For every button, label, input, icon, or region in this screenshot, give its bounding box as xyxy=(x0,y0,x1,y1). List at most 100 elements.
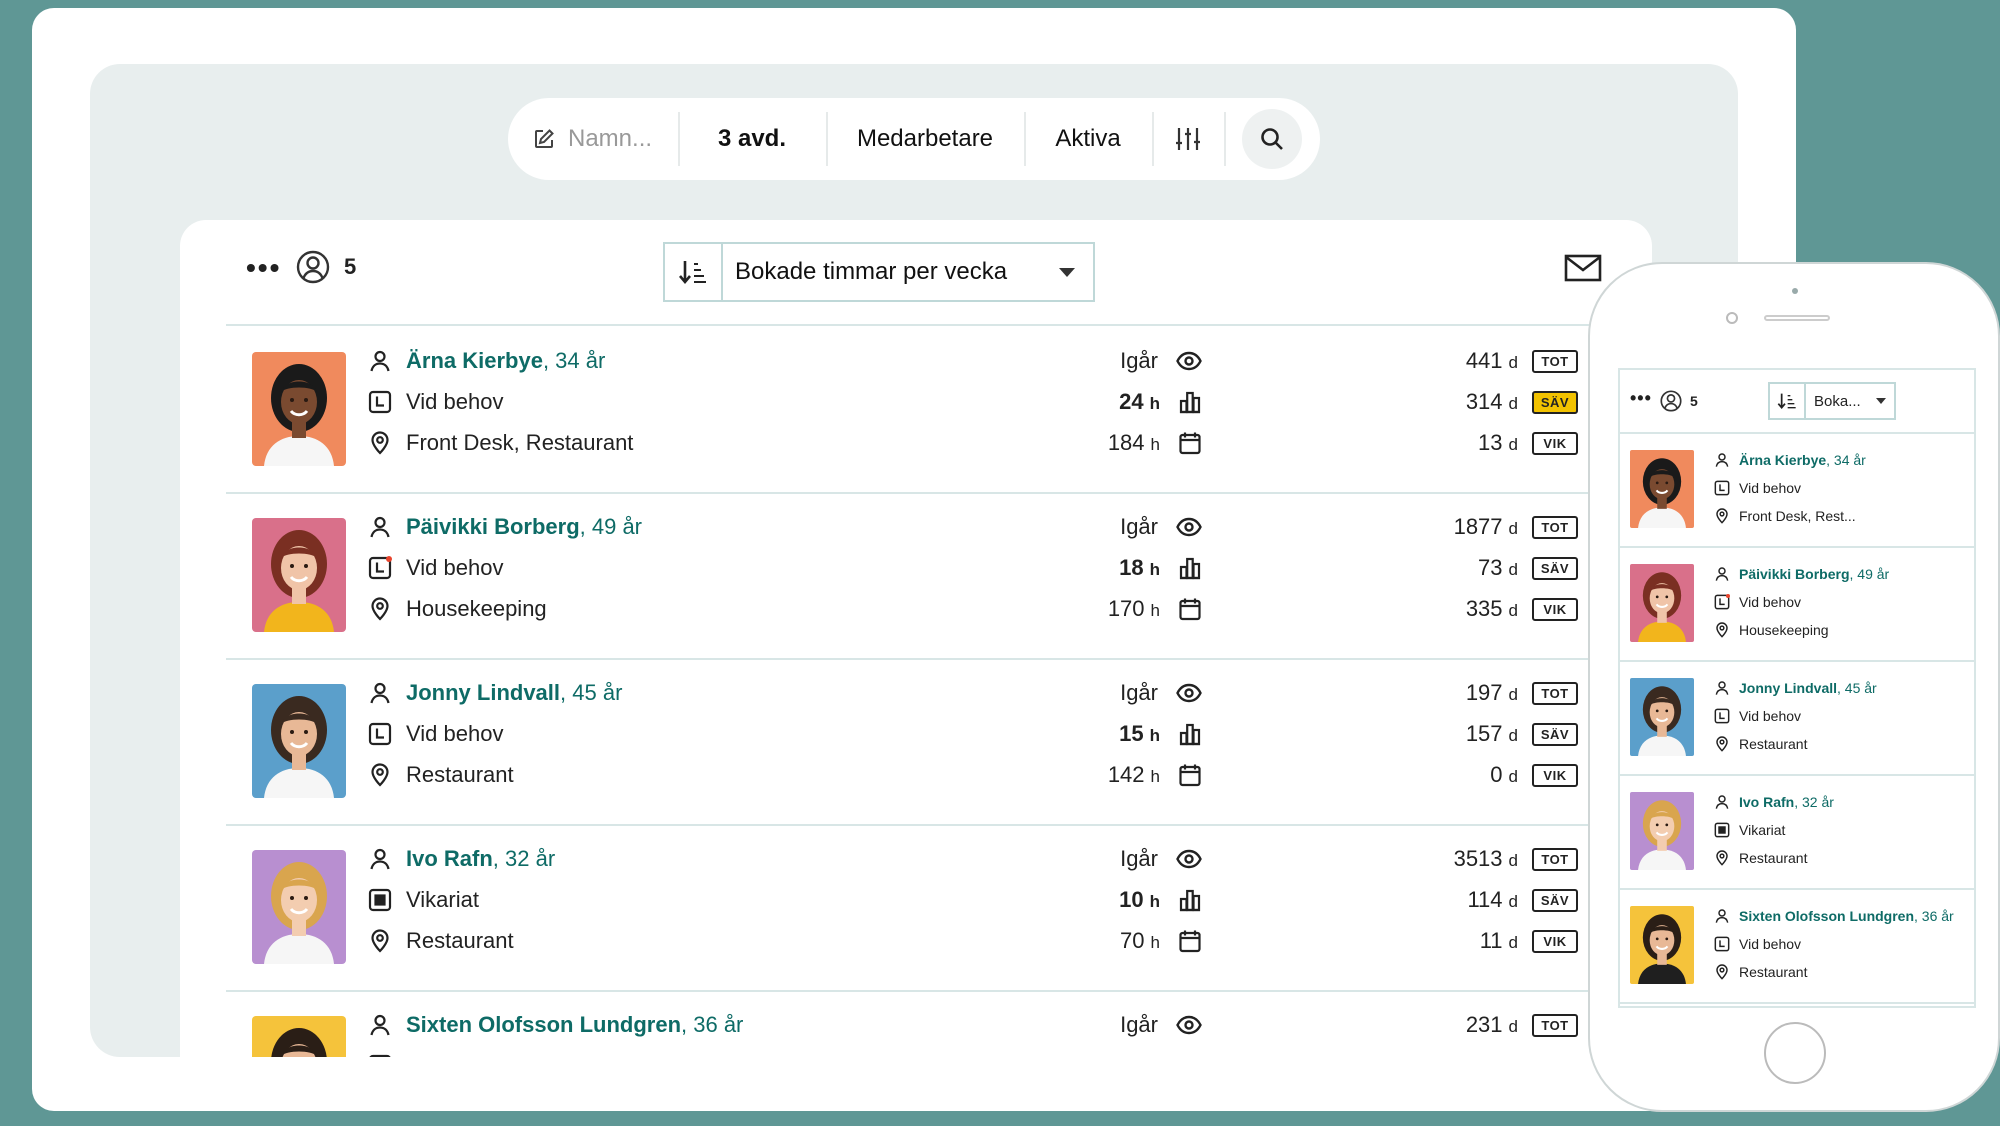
contract-clock-icon xyxy=(1714,708,1730,724)
phone-camera xyxy=(1792,288,1798,294)
table-row[interactable]: Ärna Kierbye, 34 år Vid behov Front Desk… xyxy=(226,328,1606,494)
avatar[interactable] xyxy=(1630,564,1694,642)
day-unit: d xyxy=(1508,933,1518,952)
employee-name-link[interactable]: Päivikki Borberg xyxy=(1739,566,1850,582)
advanced-filter-button[interactable] xyxy=(1152,98,1224,180)
search-button[interactable] xyxy=(1224,98,1320,180)
sort-direction-button[interactable] xyxy=(665,244,723,300)
employee-name-line: Ärna Kierbye, 34 år xyxy=(368,348,605,374)
table-row[interactable]: Jonny Lindvall, 45 år Vid behov Restaura… xyxy=(226,660,1606,826)
phone-more-options-button[interactable]: ••• xyxy=(1630,388,1652,409)
eye-icon xyxy=(1176,683,1202,703)
avatar[interactable] xyxy=(252,518,346,632)
contract-clock-icon xyxy=(1714,594,1730,610)
vik-days-value: 0d xyxy=(1490,762,1518,788)
bar-chart-icon xyxy=(1179,557,1201,580)
sav-days-number: 114 xyxy=(1467,887,1503,912)
hour-unit: h xyxy=(1150,601,1160,620)
staff-count-value: 5 xyxy=(344,254,357,279)
table-row[interactable]: Ivo Rafn, 32 år Vikariat Restaurant Igår… xyxy=(226,826,1606,992)
eye-icon xyxy=(1176,517,1202,537)
phone-staff-count-value: 5 xyxy=(1690,393,1698,409)
table-row[interactable]: Päivikki Borberg, 49 år Vid behov Housek… xyxy=(226,494,1606,660)
more-options-button[interactable]: ••• xyxy=(246,254,281,282)
list-item[interactable]: Ärna Kierbye, 34 år Vid behov Front Desk… xyxy=(1620,434,1974,548)
location-pin-icon xyxy=(371,929,389,953)
avatar-portrait xyxy=(1630,450,1694,528)
employee-name-line: Päivikki Borberg, 49 år xyxy=(1714,566,1889,582)
last-seen-value: Igår xyxy=(1120,514,1158,539)
day-unit: d xyxy=(1508,353,1518,372)
sav-days-value: 314 d xyxy=(1466,389,1518,415)
total-hours: 170 h xyxy=(1108,596,1202,622)
employee-name-link[interactable]: Päivikki Borberg xyxy=(406,514,580,539)
sav-days-value: 114 d xyxy=(1467,887,1518,913)
employee-name-link[interactable]: Ivo Rafn xyxy=(1739,794,1794,810)
sav-days: 73 d SÄV xyxy=(1478,555,1578,581)
employee-age: , 36 år xyxy=(1914,908,1954,924)
avatar[interactable] xyxy=(252,684,346,798)
substitute-icon xyxy=(368,888,392,912)
avatar[interactable] xyxy=(1630,792,1694,870)
vik-days-number: 13 xyxy=(1478,430,1503,455)
name-filter[interactable]: Namn... xyxy=(508,98,678,180)
employee-age: , 32 år xyxy=(1794,794,1834,810)
bar-chart-icon xyxy=(1179,723,1201,746)
last-seen: Igår xyxy=(1120,514,1202,540)
employee-name-link[interactable]: Ärna Kierbye xyxy=(1739,452,1826,468)
substitute-icon xyxy=(1714,822,1730,838)
list-item[interactable]: Sixten Olofsson Lundgren, 36 år Vid beho… xyxy=(1620,890,1974,1004)
vik-badge: VIK xyxy=(1532,431,1578,455)
calendar-icon xyxy=(1179,432,1201,455)
table-row[interactable]: Sixten Olofsson Lundgren, 36 år Vid beho… xyxy=(226,992,1606,1057)
hour-unit: h xyxy=(1150,767,1160,786)
edit-icon xyxy=(535,129,554,148)
mail-button[interactable] xyxy=(1564,254,1602,287)
contract-line: Vid behov xyxy=(368,1053,503,1057)
employee-name-link[interactable]: Sixten Olofsson Lundgren xyxy=(406,1012,681,1037)
last-seen: Igår xyxy=(1120,846,1202,872)
location-pin-icon xyxy=(1716,508,1728,524)
contract-clock-icon xyxy=(1714,936,1730,952)
hour-unit: h xyxy=(1149,726,1160,745)
phone-sort-dropdown[interactable]: Boka... xyxy=(1768,382,1896,420)
phone-home-button[interactable] xyxy=(1764,1022,1826,1084)
list-item[interactable]: Jonny Lindvall, 45 år Vid behov Restaura… xyxy=(1620,662,1974,776)
avatar-portrait xyxy=(252,684,346,798)
tot-days-value: 197 d xyxy=(1466,680,1518,706)
day-unit: d xyxy=(1508,519,1518,538)
list-item[interactable]: Ivo Rafn, 32 år Vikariat Restaurant xyxy=(1620,776,1974,890)
avatar[interactable] xyxy=(1630,450,1694,528)
employee-name-link[interactable]: Sixten Olofsson Lundgren xyxy=(1739,908,1914,924)
person-icon xyxy=(1715,567,1729,581)
employee-name-link[interactable]: Ivo Rafn xyxy=(406,846,493,871)
employee-name-link[interactable]: Ärna Kierbye xyxy=(406,348,543,373)
contract-type: Vid behov xyxy=(1739,708,1802,724)
avatar[interactable] xyxy=(252,1016,346,1057)
avatar[interactable] xyxy=(252,850,346,964)
employee-name-link[interactable]: Jonny Lindvall xyxy=(1739,680,1837,696)
avatar[interactable] xyxy=(1630,906,1694,984)
employee-name-line: Päivikki Borberg, 49 år xyxy=(368,514,642,540)
status-filter[interactable]: Aktiva xyxy=(1024,98,1152,180)
phone-sort-direction-button[interactable] xyxy=(1770,384,1806,418)
avatar[interactable] xyxy=(252,352,346,466)
avatar[interactable] xyxy=(1630,678,1694,756)
tot-days-value: 231 d xyxy=(1466,1012,1518,1038)
vik-days-value: 11 d xyxy=(1480,928,1518,954)
employee-age: , 45 år xyxy=(1837,680,1877,696)
list-item[interactable]: Päivikki Borberg, 49 år Vid behov Housek… xyxy=(1620,548,1974,662)
tot-days-value: 441 d xyxy=(1466,348,1518,374)
total-hours-value: 142 h xyxy=(1108,762,1160,788)
role-filter[interactable]: Medarbetare xyxy=(826,98,1024,180)
person-icon xyxy=(1715,453,1729,467)
employee-age: , 49 år xyxy=(579,514,643,539)
vik-badge: VIK xyxy=(1532,597,1578,621)
contract-clock-icon xyxy=(368,556,392,580)
vik-days: 335 d VIK xyxy=(1466,596,1578,622)
employee-name-link[interactable]: Jonny Lindvall xyxy=(406,680,560,705)
department-filter[interactable]: 3 avd. xyxy=(678,98,826,180)
hour-unit: h xyxy=(1149,560,1160,579)
sort-dropdown[interactable]: Bokade timmar per vecka xyxy=(663,242,1095,302)
day-unit: d xyxy=(1508,767,1518,786)
